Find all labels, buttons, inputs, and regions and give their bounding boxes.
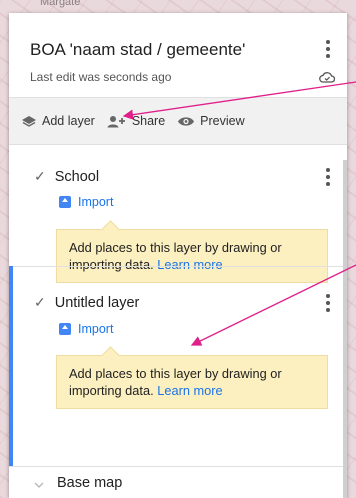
last-edit-status: Last edit was seconds ago (30, 70, 172, 84)
import-label: Import (78, 322, 114, 336)
preview-button[interactable]: Preview (177, 114, 245, 128)
map-header: BOA 'naam stad / gemeente' Last edit was… (9, 13, 347, 98)
selected-layer-indicator (9, 266, 13, 466)
base-map-label: Base map (57, 475, 123, 491)
share-button[interactable]: Share (107, 114, 165, 128)
import-label: Import (78, 195, 114, 209)
add-layer-button[interactable]: Add layer (21, 114, 95, 128)
chevron-down-icon[interactable] (34, 478, 44, 489)
cloud-saved-icon (319, 72, 335, 83)
map-legend-panel: BOA 'naam stad / gemeente' Last edit was… (9, 13, 347, 498)
layer-visibility-checkbox[interactable]: ✓ (34, 168, 46, 185)
layer-divider (9, 266, 347, 267)
toolbar: Add layer Share Preview (9, 98, 347, 145)
learn-more-link[interactable]: Learn more (157, 383, 222, 398)
base-map-row[interactable]: Base map (34, 475, 122, 491)
add-person-icon (107, 115, 125, 127)
learn-more-link[interactable]: Learn more (157, 257, 222, 272)
map-place-label: Margate (40, 0, 81, 8)
import-icon (59, 323, 71, 335)
share-label: Share (131, 114, 166, 128)
map-options-icon[interactable] (325, 40, 331, 58)
import-icon (59, 196, 71, 208)
preview-label: Preview (200, 114, 245, 128)
map-title[interactable]: BOA 'naam stad / gemeente' (30, 40, 245, 60)
layer-empty-tip: Add places to this layer by drawing or i… (56, 229, 328, 283)
scrollbar[interactable] (343, 160, 347, 498)
eye-icon (178, 116, 195, 126)
layer-visibility-checkbox[interactable]: ✓ (34, 294, 46, 311)
import-link[interactable]: Import (59, 195, 113, 209)
layer-header[interactable]: ✓ Untitled layer (34, 294, 139, 311)
layer-options-icon[interactable] (325, 294, 331, 312)
add-layer-label: Add layer (42, 114, 95, 128)
layer-header[interactable]: ✓ School (34, 168, 99, 185)
layer-options-icon[interactable] (325, 168, 331, 186)
layer-name[interactable]: School (55, 169, 99, 185)
layer-name[interactable]: Untitled layer (55, 295, 140, 311)
import-link[interactable]: Import (59, 322, 113, 336)
layer-empty-tip: Add places to this layer by drawing or i… (56, 355, 328, 409)
layers-icon (22, 115, 36, 127)
base-map-divider (9, 466, 347, 467)
